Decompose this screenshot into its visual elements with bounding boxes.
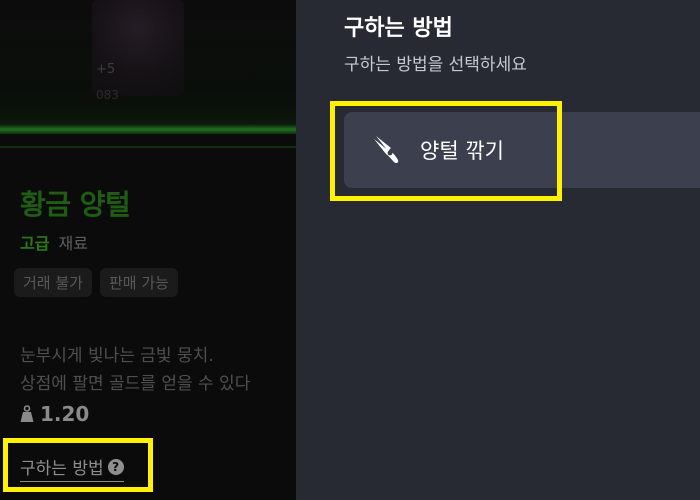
grade-glow-divider <box>0 124 296 134</box>
item-weight-value: 1.20 <box>40 402 90 426</box>
item-name: 황금 양털 <box>20 188 131 221</box>
divider <box>0 146 296 148</box>
item-description-line: 상점에 팔면 골드를 얻을 수 있다 <box>20 374 251 394</box>
item-thumbnail-stat-secondary: 083 <box>96 88 119 102</box>
item-tags: 거래 불가 판매 가능 <box>14 268 178 297</box>
highlight-box-how-to-get <box>3 438 153 492</box>
tag-sellable: 판매 가능 <box>99 268 178 297</box>
panel-subtitle: 구하는 방법을 선택하세요 <box>344 55 527 75</box>
item-description-line: 눈부시게 빛나는 금빛 뭉치. <box>20 346 214 366</box>
panel-title: 구하는 방법 <box>344 16 453 41</box>
acquire-method-panel: 구하는 방법 구하는 방법을 선택하세요 양털 깎기 <box>296 0 700 500</box>
item-grade-row: 고급 재료 <box>20 230 88 254</box>
item-category: 재료 <box>58 234 88 253</box>
weight-icon <box>20 405 34 422</box>
highlight-box-method <box>330 101 562 201</box>
item-weight: 1.20 <box>20 402 89 426</box>
item-art-area: +5 083 <box>0 0 296 130</box>
item-grade: 고급 <box>20 234 50 253</box>
item-detail-panel: +5 083 황금 양털 고급 재료 거래 불가 판매 가능 눈부시게 빛나는 … <box>0 0 296 500</box>
item-description: 눈부시게 빛나는 금빛 뭉치. 상점에 팔면 골드를 얻을 수 있다 <box>20 342 250 398</box>
item-thumbnail-stat: +5 <box>96 62 116 77</box>
item-thumbnail <box>92 0 184 96</box>
tag-untradable: 거래 불가 <box>14 268 92 297</box>
